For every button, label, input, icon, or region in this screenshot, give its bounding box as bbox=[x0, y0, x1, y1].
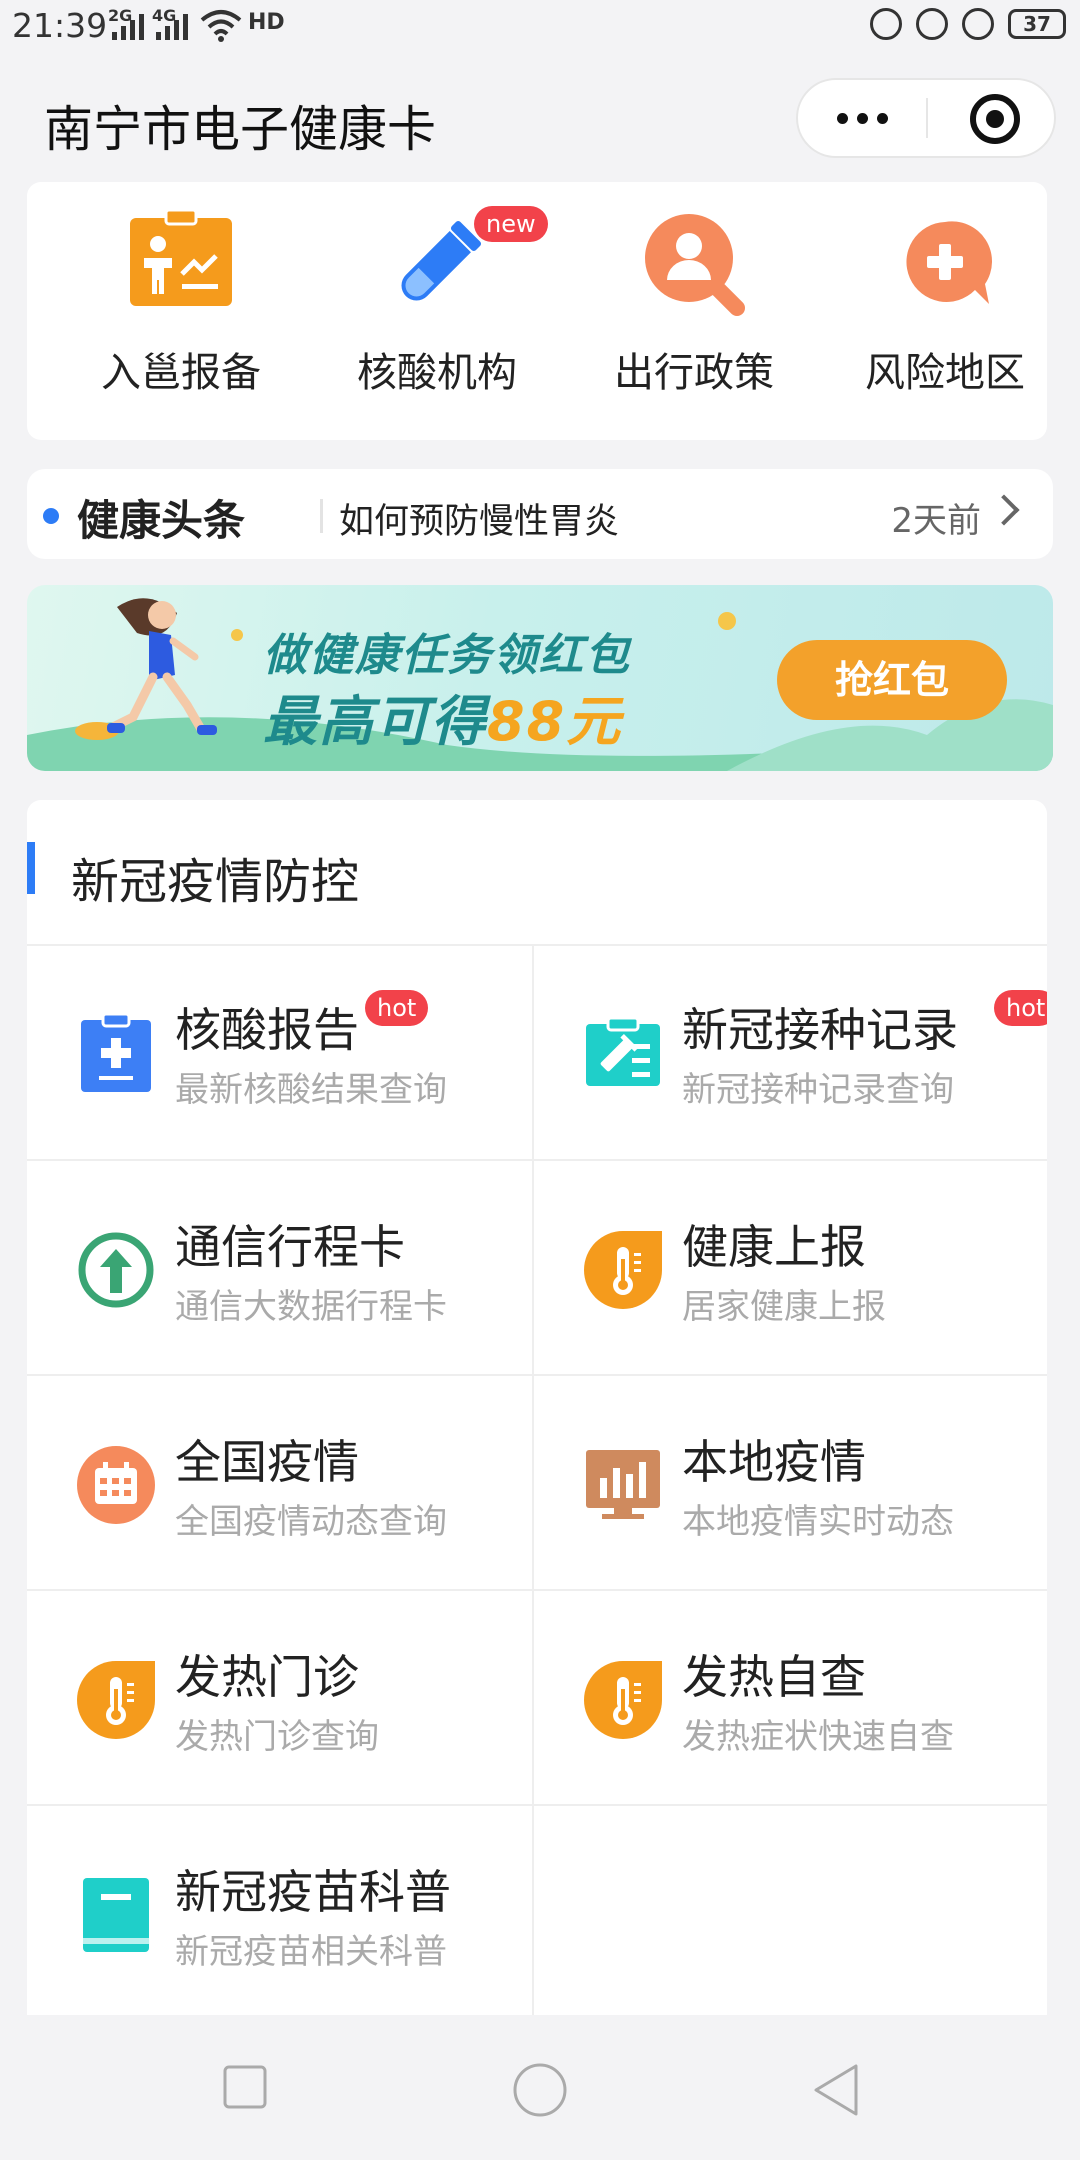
signal-icon bbox=[156, 12, 188, 40]
quick-label: 风险地区 bbox=[865, 350, 1025, 396]
service-subtitle: 最新核酸结果查询 bbox=[175, 1070, 447, 1110]
banner-amount: 88元 bbox=[487, 690, 623, 753]
service-title: 发热自查 bbox=[682, 1650, 866, 1704]
service-title: 新冠接种记录 bbox=[682, 1003, 958, 1057]
signal-icon bbox=[112, 12, 144, 40]
home-button[interactable] bbox=[512, 2062, 568, 2118]
quick-item-risk-area[interactable]: 风险地区 bbox=[835, 210, 1055, 398]
thermometer-icon bbox=[584, 1661, 662, 1739]
service-title: 本地疫情 bbox=[682, 1435, 866, 1489]
service-itinerary-card[interactable]: 通信行程卡 通信大数据行程卡 bbox=[27, 1161, 532, 1376]
risk-area-icon bbox=[906, 221, 993, 304]
itinerary-card-icon bbox=[78, 1232, 154, 1308]
service-health-report[interactable]: 健康上报 居家健康上报 bbox=[534, 1161, 1039, 1376]
covid-section: 新冠疫情防控 核酸报告 hot 最新核酸结果查询 新冠接种记录 hot 新冠接种… bbox=[27, 800, 1047, 2015]
lock-icon bbox=[916, 8, 948, 40]
miniapp-capsule bbox=[796, 78, 1056, 158]
policy-search-icon bbox=[645, 214, 745, 316]
close-miniapp-button[interactable] bbox=[970, 94, 1020, 144]
service-subtitle: 全国疫情动态查询 bbox=[175, 1502, 447, 1542]
service-subtitle: 新冠疫苗相关科普 bbox=[175, 1932, 447, 1972]
news-dot-icon bbox=[43, 508, 59, 524]
thermometer-icon bbox=[77, 1661, 155, 1739]
service-fever-self-check[interactable]: 发热自查 发热症状快速自查 bbox=[534, 1591, 1039, 1806]
quick-item-report[interactable]: 入邕报备 bbox=[71, 208, 291, 398]
thermometer-icon bbox=[584, 1231, 662, 1309]
capsule-divider bbox=[926, 98, 928, 138]
bar-chart-icon bbox=[586, 1450, 660, 1519]
service-title: 健康上报 bbox=[682, 1220, 866, 1274]
status-time: 21:39 bbox=[12, 6, 108, 45]
covid-section-header: 新冠疫情防控 bbox=[27, 800, 1047, 946]
system-nav-bar bbox=[0, 2020, 1080, 2160]
service-subtitle: 发热症状快速自查 bbox=[682, 1717, 954, 1757]
service-subtitle: 新冠接种记录查询 bbox=[682, 1070, 954, 1110]
nucleic-report-icon bbox=[81, 1014, 151, 1092]
service-title: 核酸报告 bbox=[175, 1003, 359, 1057]
banner-subheadline: 最高可得88元 bbox=[263, 677, 622, 756]
quick-label: 出行政策 bbox=[614, 350, 774, 396]
service-nucleic-report[interactable]: 核酸报告 hot 最新核酸结果查询 bbox=[27, 944, 532, 1159]
health-news-bar[interactable]: 健康头条 如何预防慢性胃炎 2天前 bbox=[27, 469, 1053, 559]
banner-prefix: 最高可得 bbox=[263, 690, 487, 753]
back-button[interactable] bbox=[810, 2062, 860, 2118]
news-headline[interactable]: 如何预防慢性胃炎 bbox=[339, 493, 619, 544]
service-vaccine-record[interactable]: 新冠接种记录 hot 新冠接种记录查询 bbox=[534, 944, 1047, 1159]
hot-badge: hot bbox=[994, 990, 1047, 1026]
service-title: 新冠疫苗科普 bbox=[175, 1865, 451, 1919]
quick-label: 核酸机构 bbox=[357, 350, 517, 396]
battery-indicator: 37 bbox=[1008, 9, 1066, 39]
new-badge: new bbox=[474, 206, 548, 242]
quick-item-travel-policy[interactable]: 出行政策 bbox=[584, 210, 804, 398]
banner-headline: 做健康任务领红包 bbox=[263, 630, 631, 681]
quick-label: 入邕报备 bbox=[101, 350, 261, 396]
service-national-epidemic[interactable]: 全国疫情 全国疫情动态查询 bbox=[27, 1376, 532, 1591]
hd-label: HD bbox=[248, 10, 285, 35]
status-bar: 21:39 2G 4G HD 37 bbox=[0, 0, 1080, 56]
calendar-icon bbox=[77, 1446, 155, 1524]
mute-icon bbox=[870, 8, 902, 40]
dot-icon bbox=[876, 112, 888, 124]
service-vaccine-science[interactable]: 新冠疫苗科普 新冠疫苗相关科普 bbox=[27, 1806, 532, 2015]
vaccine-record-icon bbox=[586, 1016, 660, 1086]
service-title: 全国疫情 bbox=[175, 1435, 359, 1489]
service-subtitle: 通信大数据行程卡 bbox=[175, 1287, 447, 1327]
recent-apps-button[interactable] bbox=[222, 2064, 268, 2110]
dot-icon bbox=[836, 112, 848, 124]
wifi-icon bbox=[200, 10, 242, 42]
hot-badge: hot bbox=[365, 990, 429, 1026]
service-subtitle: 发热门诊查询 bbox=[175, 1717, 379, 1757]
dot-icon bbox=[856, 112, 868, 124]
quick-item-test-agency[interactable]: new 核酸机构 bbox=[327, 206, 548, 398]
news-section-title: 健康头条 bbox=[77, 496, 246, 545]
service-title: 通信行程卡 bbox=[175, 1220, 405, 1274]
service-local-epidemic[interactable]: 本地疫情 本地疫情实时动态 bbox=[534, 1376, 1039, 1591]
service-subtitle: 居家健康上报 bbox=[682, 1287, 886, 1327]
page-title: 南宁市电子健康卡 bbox=[44, 101, 437, 158]
service-subtitle: 本地疫情实时动态 bbox=[682, 1502, 954, 1542]
service-title: 发热门诊 bbox=[175, 1650, 359, 1704]
more-button[interactable] bbox=[798, 80, 926, 156]
covid-section-title: 新冠疫情防控 bbox=[71, 854, 360, 910]
alarm-icon bbox=[962, 8, 994, 40]
news-time: 2天前 bbox=[891, 501, 981, 541]
grab-red-packet-button[interactable]: 抢红包 bbox=[777, 640, 1007, 720]
news-divider bbox=[320, 499, 323, 533]
app-header: 南宁市电子健康卡 bbox=[0, 56, 1080, 182]
chevron-right-icon[interactable] bbox=[988, 494, 1020, 526]
section-accent-bar bbox=[27, 842, 35, 894]
quick-entry-card: 入邕报备 new 核酸机构 出行政策 风险地区 bbox=[27, 182, 1047, 440]
red-packet-banner[interactable]: 做健康任务领红包 最高可得88元 抢红包 bbox=[27, 585, 1053, 771]
book-icon bbox=[83, 1878, 149, 1952]
service-fever-clinic[interactable]: 发热门诊 发热门诊查询 bbox=[27, 1591, 532, 1806]
report-icon bbox=[130, 208, 232, 306]
